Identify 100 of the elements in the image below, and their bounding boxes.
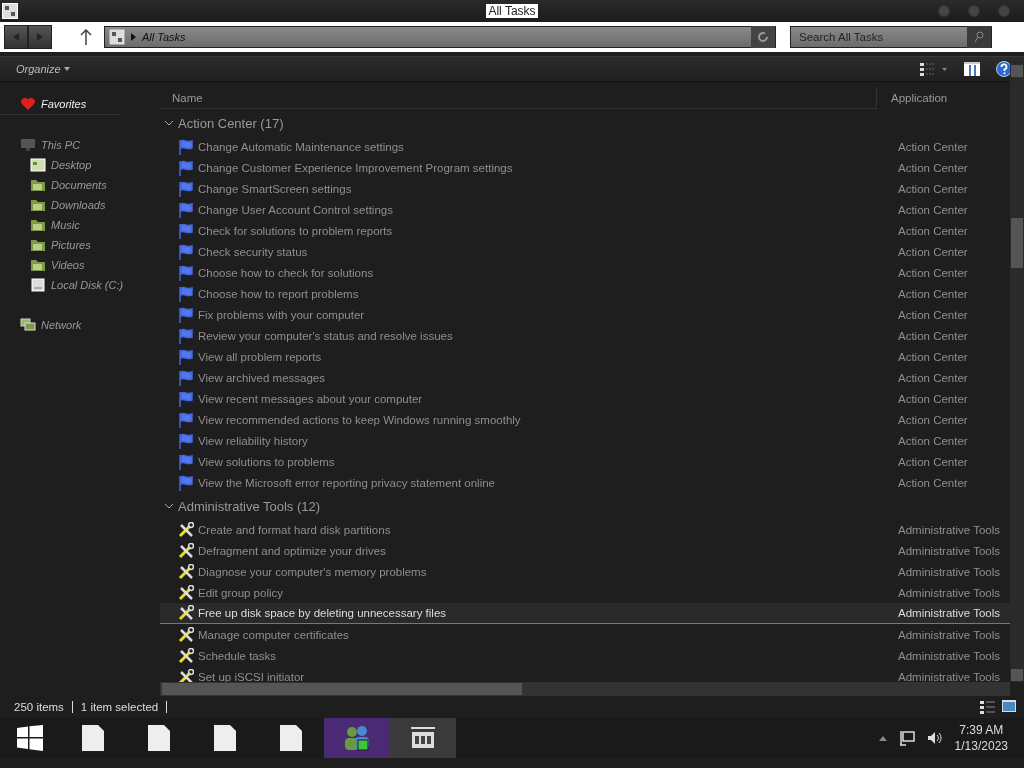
sidebar-item[interactable]: Local Disk (C:) [0,275,160,295]
sidebar-item[interactable]: Network [0,315,160,335]
task-row[interactable]: Create and format hard disk partitions Administrative Tools [160,519,1010,540]
task-row[interactable]: View the Microsoft error reporting privacy statement online Action Center [160,472,1010,493]
task-row[interactable]: Choose how to check for solutions Action Center [160,262,1010,283]
search-field[interactable]: Search All Tasks [790,26,992,48]
column-header[interactable]: Application [876,87,948,109]
sidebar-item[interactable]: Music [0,215,160,235]
flag-icon [178,474,194,491]
window-title: All Tasks [486,4,538,18]
task-row[interactable]: Manage computer certificates Administrative Tools [160,624,1010,645]
task-row[interactable]: Fix problems with your computer Action Center [160,304,1010,325]
flag-icon [178,432,194,449]
caret-icon [63,67,70,71]
document-icon [147,724,171,752]
tools-icon [178,542,194,559]
sidebar-item[interactable]: Downloads [0,195,160,215]
details-view-icon[interactable] [980,700,996,714]
tools-icon [178,605,194,621]
item-count: 250 items [14,701,64,713]
sidebar-item[interactable]: This PC [0,135,160,155]
task-row[interactable]: Change Automatic Maintenance settings Action Center [160,136,1010,157]
flag-icon [178,138,194,155]
network-icon[interactable] [898,730,915,746]
app-icon [2,3,18,19]
clock-time: 7:39 AM [959,723,1004,737]
search-input[interactable]: Search All Tasks [799,31,961,43]
preview-pane-icon[interactable] [964,62,980,76]
flag-icon [178,285,194,302]
folder-icon [30,237,46,253]
refresh-icon[interactable] [757,31,769,43]
horizontal-scrollbar[interactable] [160,682,1010,696]
organize-menu[interactable]: Organize [16,63,70,75]
task-row[interactable]: Schedule tasks Administrative Tools [160,645,1010,666]
document-icon [213,724,237,752]
flag-icon [178,327,194,344]
start-icon[interactable] [17,725,43,751]
volume-icon[interactable] [926,731,943,745]
task-row[interactable]: Set up iSCSI initiator Administrative Tools [160,666,1010,682]
flag-icon [178,159,194,176]
tools-icon [178,668,194,682]
column-header[interactable]: Name [160,87,876,109]
folder-icon [30,197,46,213]
right-arrow-icon [37,33,43,41]
vertical-scrollbar[interactable] [1010,64,1024,682]
flag-icon [178,306,194,323]
sidebar-item[interactable]: Desktop [0,155,160,175]
search-icon[interactable] [974,31,984,43]
tools-icon [178,563,194,580]
task-row[interactable]: View reliability history Action Center [160,430,1010,451]
address-field[interactable]: All Tasks [104,26,776,48]
monitor-icon [20,137,36,153]
folder-icon [30,217,46,233]
task-row[interactable]: View recent messages about your computer Action Center [160,388,1010,409]
taskbar-app[interactable] [390,718,456,758]
task-row[interactable]: Defragment and optimize your drives Administrative Tools [160,540,1010,561]
task-row[interactable]: Change Customer Experience Improvement Program settings Action Center [160,157,1010,178]
task-row[interactable]: View all problem reports Action Center [160,346,1010,367]
location-icon [109,29,125,45]
chevron-icon [164,119,174,127]
tools-icon [178,647,194,664]
task-row[interactable]: Change User Account Control settings Action Center [160,199,1010,220]
task-row[interactable]: Edit group policy Administrative Tools [160,582,1010,603]
up-arrow-icon[interactable] [80,29,92,45]
desktop-icon [30,157,46,173]
clock-date: 1/13/2023 [954,739,1008,753]
flag-icon [178,369,194,386]
task-row[interactable]: View solutions to problems Action Center [160,451,1010,472]
task-row[interactable]: Free up disk space by deleting unnecessary files Administrative Tools [160,603,1010,624]
flag-icon [178,453,194,470]
task-row[interactable]: Review your computer's status and resolve issues Action Center [160,325,1010,346]
tools-icon [178,584,194,601]
task-row[interactable]: Check security status Action Center [160,241,1010,262]
view-options-icon[interactable] [920,62,948,76]
sidebar-item[interactable]: Videos [0,255,160,275]
document-icon [279,724,303,752]
people-icon [342,724,372,752]
heart-icon [20,96,36,112]
flag-icon [178,222,194,239]
document-icon [81,724,105,752]
task-row[interactable]: Diagnose your computer's memory problems Administrative Tools [160,561,1010,582]
window-icon [409,726,437,750]
group-header[interactable]: Action Center (17) [160,110,1010,136]
flag-icon [178,264,194,281]
caret-icon[interactable] [878,735,887,741]
breadcrumb-arrow-icon[interactable] [131,33,136,41]
thumbnail-view-icon[interactable] [1002,700,1016,712]
task-row[interactable]: View recommended actions to keep Windows running smoothly Action Center [160,409,1010,430]
network-icon [20,317,36,333]
sidebar-item[interactable]: Documents [0,175,160,195]
task-row[interactable]: View archived messages Action Center [160,367,1010,388]
task-row[interactable]: Choose how to report problems Action Center [160,283,1010,304]
flag-icon [178,390,194,407]
task-row[interactable]: Check for solutions to problem reports Action Center [160,220,1010,241]
tools-icon [178,521,194,538]
selection-count: 1 item selected [80,701,159,713]
flag-icon [178,180,194,197]
sidebar-item[interactable]: Pictures [0,235,160,255]
group-header[interactable]: Administrative Tools (12) [160,493,1010,519]
task-row[interactable]: Change SmartScreen settings Action Center [160,178,1010,199]
